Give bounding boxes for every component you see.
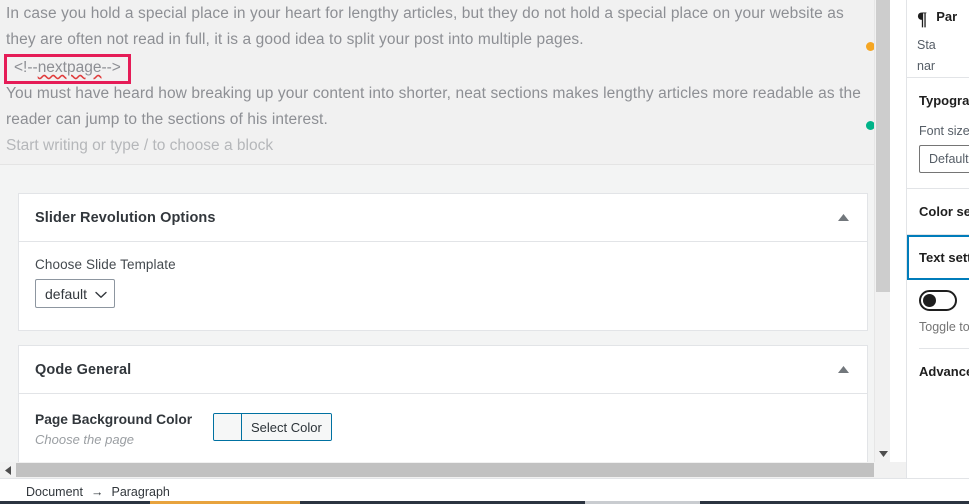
color-swatch-preview (214, 414, 242, 440)
block-name-label: Par (936, 9, 958, 24)
page-background-color-labels: Page Background Color Choose the page (35, 409, 213, 449)
font-size-value: Default (929, 152, 969, 166)
editor-paragraph-1[interactable]: In case you hold a special place in your… (6, 1, 874, 53)
block-info-card: ¶ Par Sta nar (907, 0, 969, 78)
color-settings-panel-header[interactable]: Color se (907, 189, 969, 235)
metabox-qode-general: Qode General Page Background Color Choos… (18, 345, 868, 462)
block-info-row: ¶ Par (917, 9, 969, 29)
caret-down-icon[interactable] (875, 446, 890, 462)
nextpage-suffix: --> (101, 59, 121, 76)
font-size-select[interactable]: Default (919, 145, 969, 173)
empty-block-placeholder[interactable]: Start writing or type / to choose a bloc… (6, 133, 273, 159)
text-settings-toggle-row: Toggle to (907, 280, 969, 349)
block-inspector-sidebar: ¶ Par Sta nar Typogra Font size Default … (906, 0, 969, 478)
metabox-body-qode-general: Page Background Color Choose the page Se… (19, 394, 867, 462)
breadcrumb-item-paragraph[interactable]: Paragraph (111, 485, 169, 499)
metabox-header-qode-general[interactable]: Qode General (19, 346, 867, 394)
text-settings-panel-header[interactable]: Text sett (907, 235, 969, 280)
text-settings-title: Text sett (919, 250, 969, 265)
toggle-help-text: Toggle to (919, 320, 969, 334)
select-color-button-label: Select Color (242, 414, 331, 440)
typography-panel-title: Typogra (919, 93, 969, 108)
nextpage-prefix: <!-- (14, 59, 38, 76)
metabox-title: Qode General (35, 361, 132, 378)
page-background-color-label: Page Background Color (35, 412, 193, 427)
breadcrumb: Document → Paragraph (26, 485, 170, 499)
breadcrumb-separator-icon: → (90, 484, 104, 499)
paragraph-pilcrow-icon: ¶ (917, 9, 928, 30)
metabox-slider-revolution-options: Slider Revolution Options Choose Slide T… (18, 193, 868, 331)
metabox-header-slider-revolution[interactable]: Slider Revolution Options (19, 194, 867, 242)
vertical-scrollbar[interactable] (874, 0, 890, 462)
caret-up-icon[interactable] (833, 360, 853, 380)
nextpage-tag-highlight[interactable]: <!--nextpage--> (4, 54, 131, 84)
editor-paragraph-2[interactable]: You must have heard how breaking up your… (6, 81, 874, 133)
choose-slide-template-label: Choose Slide Template (35, 257, 176, 272)
page-background-color-description: Choose the page (35, 432, 135, 447)
vertical-scrollbar-thumb[interactable] (876, 0, 890, 292)
selected-paragraph-block[interactable]: In case you hold a special place in your… (0, 0, 890, 165)
color-settings-title: Color se (919, 204, 969, 219)
horizontal-scrollbar-thumb[interactable] (16, 463, 874, 477)
caret-up-icon[interactable] (833, 208, 853, 228)
slide-template-value: default (45, 285, 88, 302)
metabox-title: Slider Revolution Options (35, 209, 216, 226)
select-color-button[interactable]: Select Color (213, 413, 332, 441)
block-description-line-1: Sta (917, 38, 936, 52)
page-background-color-row: Page Background Color Choose the page Se… (35, 409, 851, 449)
advanced-title: Advance (919, 364, 969, 379)
font-size-label: Font size (919, 124, 969, 138)
settings-toggle-switch[interactable] (919, 290, 957, 311)
chevron-down-icon (95, 286, 107, 302)
block-description-line-2: nar (917, 59, 936, 73)
toggle-knob (923, 294, 936, 307)
breadcrumb-item-document[interactable]: Document (26, 485, 83, 499)
slide-template-select[interactable]: default (35, 279, 116, 308)
horizontal-scrollbar[interactable] (0, 462, 945, 478)
metabox-area: Slider Revolution Options Choose Slide T… (0, 166, 890, 462)
caret-left-icon[interactable] (0, 462, 16, 478)
typography-panel[interactable]: Typogra Font size Default (907, 78, 969, 189)
advanced-panel-header[interactable]: Advance (907, 349, 969, 394)
metabox-body-slider-revolution: Choose Slide Template default (19, 242, 867, 324)
block-editor-canvas[interactable]: In case you hold a special place in your… (0, 0, 890, 462)
app-root: In case you hold a special place in your… (0, 0, 969, 504)
nextpage-word: nextpage (37, 59, 102, 76)
